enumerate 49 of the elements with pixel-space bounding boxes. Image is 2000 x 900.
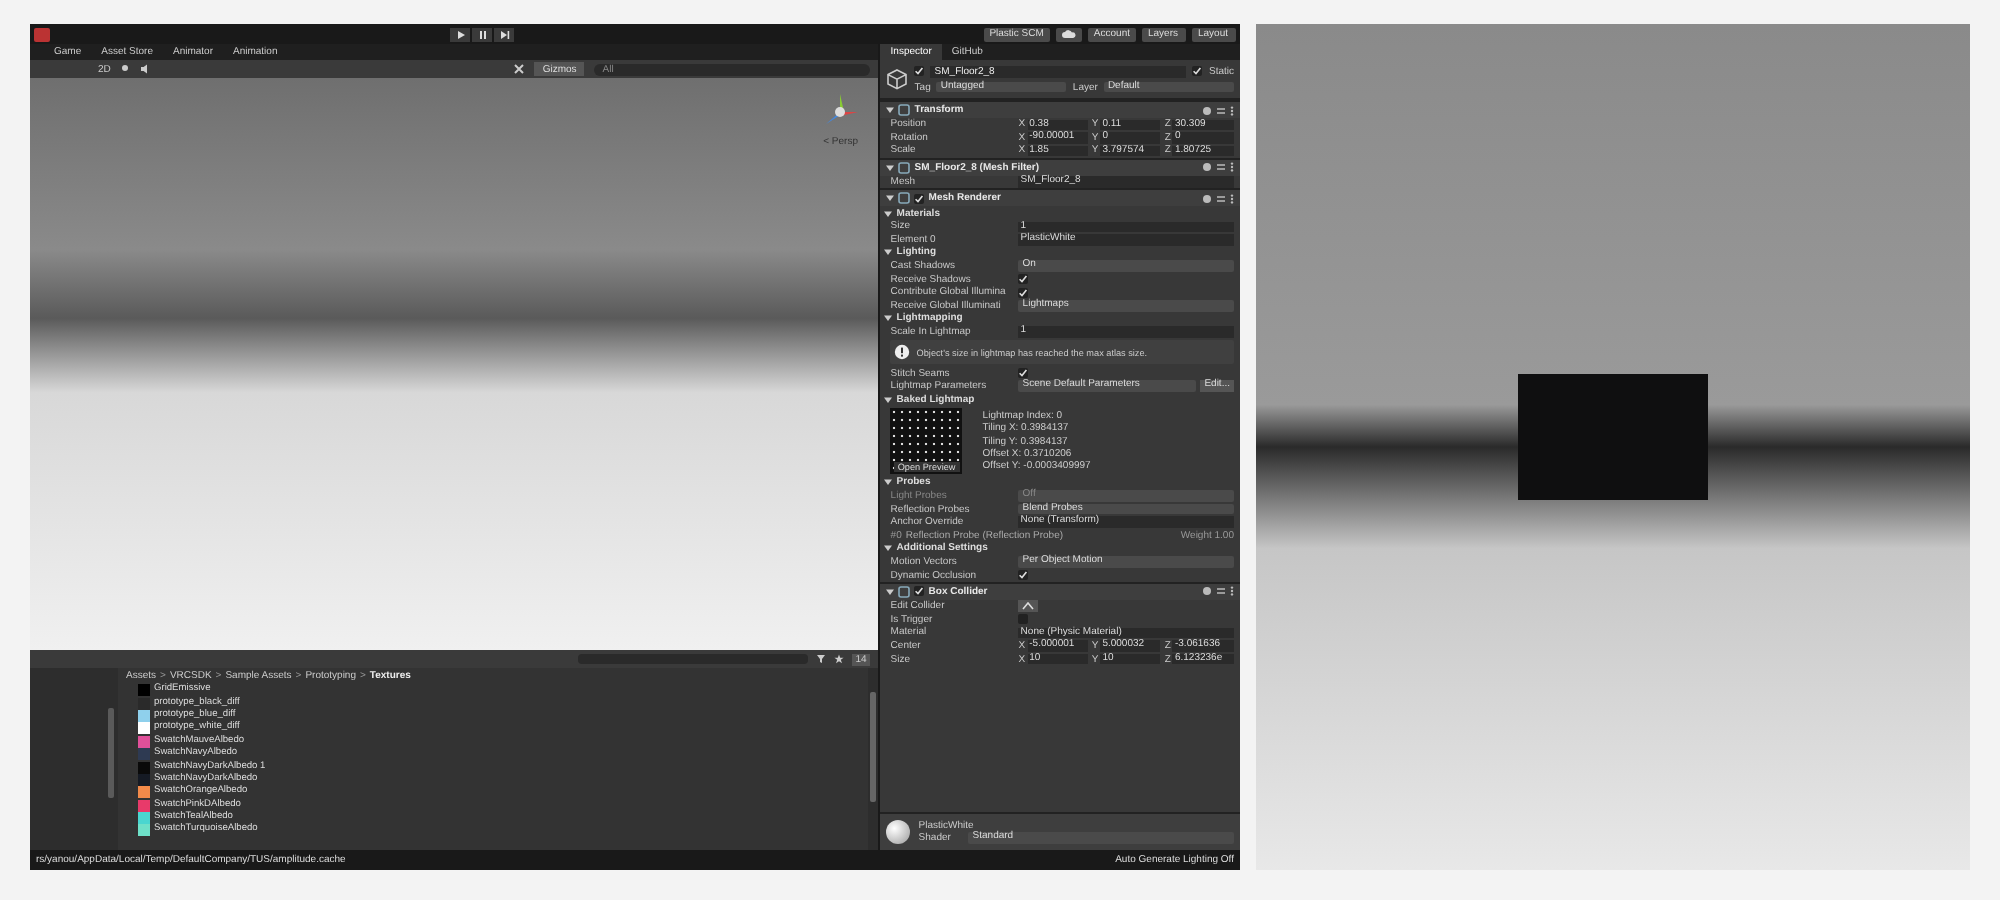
foldout-icon[interactable] (884, 314, 893, 323)
scrollbar-thumb[interactable] (108, 708, 114, 798)
foldout-icon[interactable] (886, 587, 895, 596)
cloud-button[interactable] (1055, 27, 1082, 41)
static-checkbox[interactable] (1192, 66, 1203, 76)
foldout-icon[interactable] (884, 544, 893, 553)
play-icon (455, 29, 465, 39)
tools-icon[interactable] (514, 64, 525, 74)
property-checkbox[interactable] (1018, 570, 1029, 581)
enabled-checkbox[interactable] (914, 586, 925, 597)
pause-icon (477, 29, 487, 39)
logo-icon[interactable] (34, 27, 50, 41)
speaker-icon[interactable] (140, 64, 151, 74)
cube-icon (886, 68, 909, 90)
info-icon (894, 344, 911, 361)
foldout-icon[interactable] (884, 478, 893, 487)
presets-icon[interactable] (1216, 193, 1226, 204)
component-icon (898, 192, 911, 205)
filter-icon[interactable] (815, 654, 826, 664)
edit-collider-button[interactable] (1018, 600, 1039, 612)
light-icon[interactable] (120, 64, 131, 74)
presets-icon[interactable] (1216, 105, 1226, 115)
component-icon (898, 585, 911, 598)
active-checkbox[interactable] (914, 66, 925, 76)
cloud-icon (1061, 30, 1076, 38)
star-icon[interactable] (833, 654, 844, 664)
help-icon[interactable] (1202, 586, 1212, 597)
foldout-icon[interactable] (886, 106, 895, 114)
presets-icon[interactable] (1216, 162, 1226, 173)
property-checkbox[interactable] (1018, 274, 1029, 285)
foldout-icon[interactable] (886, 163, 895, 172)
foldout-icon[interactable] (884, 248, 893, 257)
help-icon[interactable] (1202, 105, 1212, 115)
enabled-checkbox[interactable] (914, 193, 925, 204)
material-sphere-icon (886, 820, 911, 844)
component-icon (898, 104, 911, 116)
foldout-icon[interactable] (884, 395, 893, 404)
play-button[interactable] (450, 27, 470, 41)
presets-icon[interactable] (1216, 586, 1226, 597)
component-icon (898, 161, 911, 174)
step-button[interactable] (494, 27, 514, 41)
property-checkbox[interactable] (1018, 368, 1029, 379)
property-checkbox[interactable] (1018, 287, 1029, 298)
pause-button[interactable] (472, 27, 492, 41)
help-icon[interactable] (1202, 193, 1212, 204)
property-checkbox[interactable] (1018, 614, 1029, 625)
step-icon (499, 29, 509, 39)
scrollbar-thumb[interactable] (870, 692, 877, 802)
help-icon[interactable] (1202, 162, 1212, 173)
